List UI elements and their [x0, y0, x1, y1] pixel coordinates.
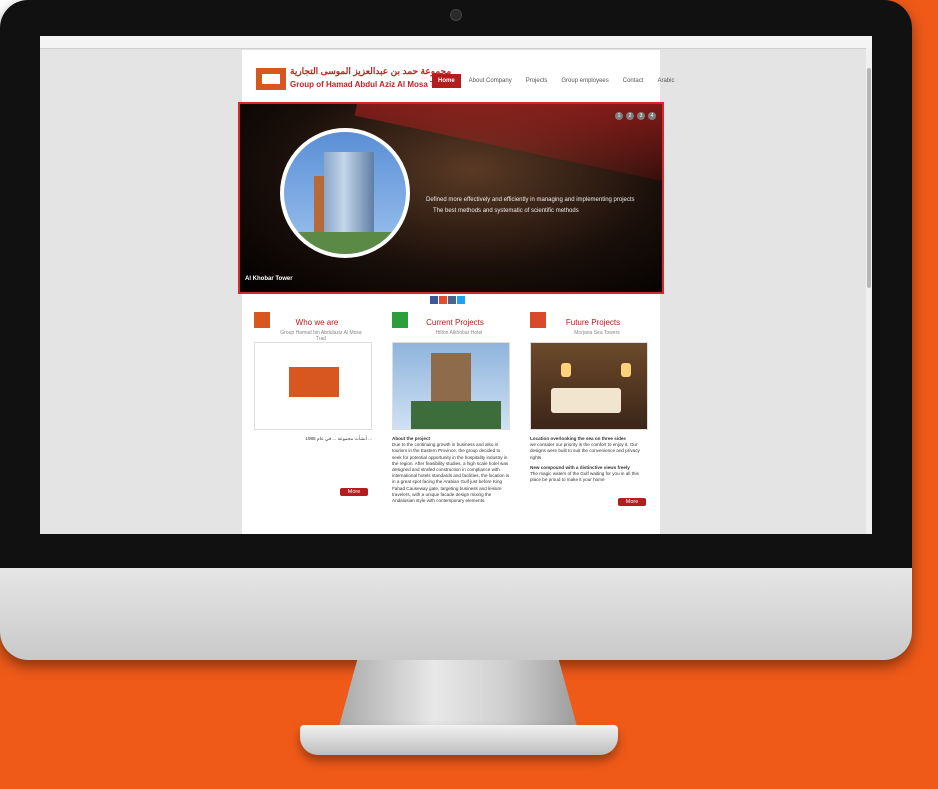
slider-dot-4[interactable]: 4 — [648, 112, 656, 120]
nav-home[interactable]: Home — [432, 74, 461, 88]
twitter-icon[interactable] — [457, 296, 465, 304]
web-page: مجموعة حمد بن عبدالعزيز الموسى التجارية … — [238, 50, 674, 534]
main-nav: Home About Company Projects Group employ… — [432, 74, 682, 88]
slider-dot-3[interactable]: 3 — [637, 112, 645, 120]
hero-line-1: Defined more effectively and efficiently… — [426, 197, 635, 203]
slider-dots: 1 2 3 4 — [615, 112, 656, 120]
hero-line-2: The best methods and systematic of scien… — [433, 208, 579, 214]
hero-slider: Defined more effectively and efficiently… — [238, 102, 664, 294]
future-body: we consider our priority is the comfort … — [530, 442, 640, 460]
hero-caption: Al Khobar Tower — [245, 276, 293, 282]
monitor-chin — [0, 568, 912, 660]
book-icon — [530, 312, 546, 328]
browser-bar — [40, 36, 872, 49]
nav-contact[interactable]: Contact — [617, 74, 650, 88]
hilton-image — [392, 342, 510, 430]
logo-small-icon — [254, 312, 270, 328]
current-projects-title: Current Projects — [426, 318, 484, 327]
tower-image — [284, 132, 406, 254]
facebook-icon[interactable] — [430, 296, 438, 304]
slider-dot-1[interactable]: 1 — [615, 112, 623, 120]
who-we-are-subtitle: Group Hamad bin Abdulaziz Al Mosa Trad — [280, 330, 362, 342]
nav-arabic[interactable]: Arabic — [651, 74, 680, 88]
hero-image-frame — [280, 128, 410, 258]
bedroom-image — [530, 342, 648, 430]
monitor-frame: مجموعة حمد بن عبدالعزيز الموسى التجارية … — [0, 0, 912, 660]
monitor-stand — [338, 660, 578, 730]
current-projects-body: Due to the continuing growth in business… — [392, 442, 510, 504]
future-projects-subtitle: Morjana Sea Towers — [574, 330, 620, 336]
future-projects-title: Future Projects — [565, 318, 621, 327]
more-button[interactable]: More — [618, 498, 646, 506]
future-body-2: The magic waters of the Gulf waiting for… — [530, 471, 639, 483]
camera-icon — [450, 9, 462, 21]
folder-icon — [392, 312, 408, 328]
current-projects-text: About the project Due to the continuing … — [392, 436, 510, 504]
company-logo-image — [254, 342, 372, 430]
nav-about-company[interactable]: About Company — [463, 74, 518, 88]
logo-icon[interactable] — [256, 68, 286, 90]
monitor-stand-base — [300, 725, 618, 755]
scrollbar[interactable] — [866, 48, 872, 534]
who-we-are-title: Who we are — [295, 318, 339, 327]
slider-dot-2[interactable]: 2 — [626, 112, 634, 120]
monitor-screen: مجموعة حمد بن عبدالعزيز الموسى التجارية … — [40, 36, 872, 534]
logo-arabic: مجموعة حمد بن عبدالعزيز الموسى التجارية — [290, 66, 452, 76]
future-projects-text: Location overlooking the sea on three si… — [530, 436, 648, 483]
blogger-icon[interactable] — [439, 296, 447, 304]
vk-icon[interactable] — [448, 296, 456, 304]
current-projects-subtitle: Hilton Alkhobar Hotel — [435, 330, 483, 336]
who-we-are-text: أنشأت مجموعة ... في عام 1985 ... — [305, 436, 372, 441]
social-icons — [430, 296, 465, 304]
nav-group-employees[interactable]: Group employees — [555, 74, 614, 88]
more-button[interactable]: More — [340, 488, 368, 496]
logo-english: Group of Hamad Abdul Aziz Al Mosa Trad — [290, 80, 447, 89]
nav-projects[interactable]: Projects — [520, 74, 554, 88]
